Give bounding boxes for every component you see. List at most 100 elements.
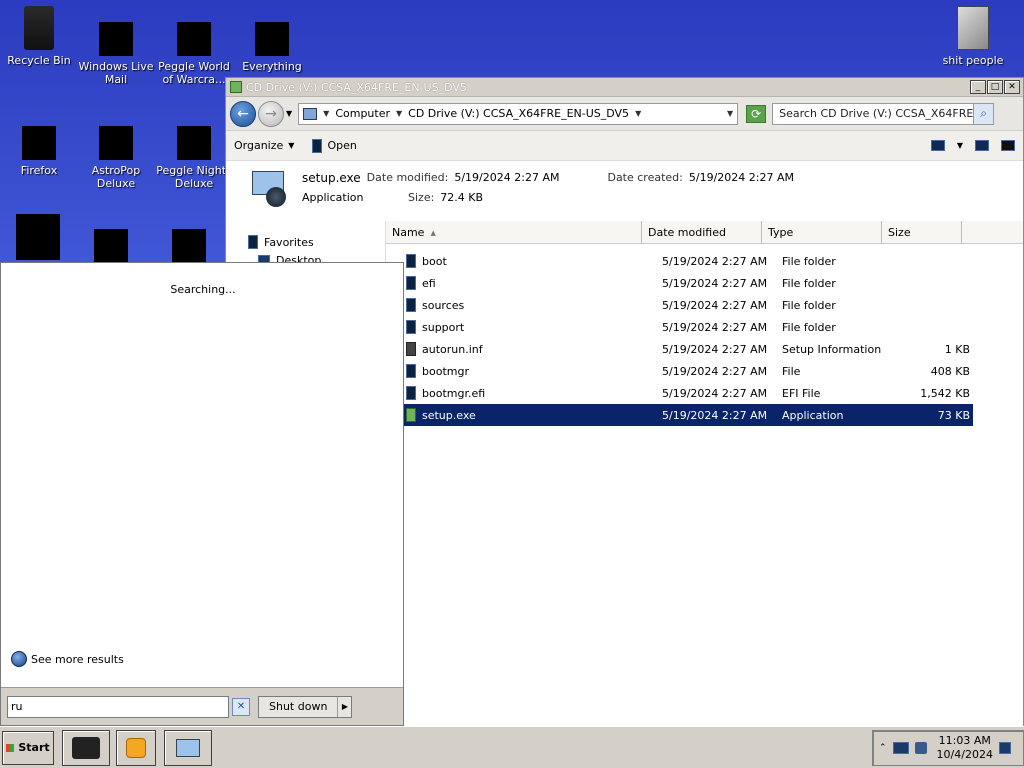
computer-icon — [303, 107, 318, 120]
breadcrumb-computer[interactable]: Computer — [335, 107, 390, 120]
table-row[interactable]: efi 5/19/2024 2:27 AM File folder — [402, 272, 973, 294]
desktop-icon-label: Windows Live Mail — [78, 60, 154, 86]
start-search-row: ✕ Shut down ▶ — [1, 687, 403, 725]
help-icon[interactable] — [1001, 140, 1015, 151]
minimize-button[interactable]: _ — [970, 80, 986, 94]
network-icon[interactable] — [892, 741, 909, 754]
column-header-date[interactable]: Date modified — [642, 221, 762, 244]
details-pane: setup.exe Date modified: 5/19/2024 2:27 … — [226, 161, 1023, 213]
media-player-icon — [126, 737, 146, 758]
desktop-icon-hidden-2[interactable] — [94, 229, 128, 262]
views-icon[interactable] — [930, 140, 945, 151]
column-header-type[interactable]: Type — [762, 221, 882, 244]
file-type: File folder — [782, 298, 836, 312]
start-button[interactable]: Start — [2, 730, 54, 765]
close-icon: ✕ — [236, 700, 246, 712]
desktop-icon-label: Recycle Bin — [7, 54, 71, 67]
title-bar[interactable]: CD Drive (V:) CCSA_X64FRE_EN-US_DV5 _ □ … — [226, 78, 1023, 97]
nav-item-favorites[interactable]: Favorites — [248, 233, 385, 251]
desktop-icon-recycle-bin[interactable]: Recycle Bin — [0, 6, 78, 67]
setup-icon — [176, 738, 200, 757]
start-menu[interactable]: Searching... See more results ✕ Shut dow… — [0, 262, 404, 726]
column-header-size[interactable]: Size — [882, 221, 962, 244]
show-desktop-icon[interactable] — [998, 741, 1011, 754]
windows-logo-icon — [6, 743, 15, 752]
column-header-name[interactable]: Name ▲ — [386, 221, 642, 244]
table-row-selected[interactable]: setup.exe 5/19/2024 2:27 AM Application … — [402, 404, 973, 426]
taskbar-button-printer[interactable] — [62, 729, 110, 766]
clock[interactable]: 11:03 AM 10/4/2024 — [937, 734, 993, 762]
breadcrumb-cd-drive[interactable]: CD Drive (V:) CCSA_X64FRE_EN-US_DV5 — [408, 107, 629, 120]
search-icon[interactable]: ⌕ — [973, 103, 994, 124]
window-title: CD Drive (V:) CCSA_X64FRE_EN-US_DV5 — [246, 80, 467, 94]
taskbar-button-media-player[interactable] — [116, 729, 156, 766]
details-size: 72.4 KB — [440, 190, 484, 204]
desktop-icon-everything[interactable]: Everything — [233, 8, 311, 73]
file-date: 5/19/2024 2:27 AM — [662, 254, 768, 268]
table-row[interactable]: support 5/19/2024 2:27 AM File folder — [402, 316, 973, 338]
desktop-icon-shit-people[interactable]: shit people — [934, 6, 1012, 67]
address-row: ← → ▼ ▼ Computer ▼ CD Drive (V:) CCSA_X6… — [226, 97, 1023, 131]
desktop-icon-peggle-wow[interactable]: Peggle World of Warcra... — [155, 8, 233, 86]
desktop-icon-firefox[interactable]: Firefox — [0, 112, 78, 177]
table-row[interactable]: bootmgr.efi 5/19/2024 2:27 AM EFI File 1… — [402, 382, 973, 404]
file-name: bootmgr — [422, 364, 469, 378]
file-list[interactable]: Name ▲ Date modified Type Size boot 5/19… — [386, 221, 1023, 727]
start-label: Start — [18, 741, 50, 754]
table-row[interactable]: bootmgr 5/19/2024 2:27 AM File 408 KB — [402, 360, 973, 382]
open-button[interactable]: Open — [312, 138, 357, 153]
file-icon — [406, 364, 416, 378]
system-tray: ⌃ 11:03 AM 10/4/2024 — [872, 729, 1024, 766]
organize-button[interactable]: Organize ▼ — [234, 139, 294, 152]
search-input[interactable]: Search CD Drive (V:) CCSA_X64FRE_E... ⌕ — [772, 102, 995, 125]
desktop-icon-hidden-1[interactable] — [16, 214, 60, 260]
clock-date: 10/4/2024 — [936, 747, 993, 761]
see-more-results-link[interactable]: See more results — [11, 651, 124, 667]
everything-icon — [255, 22, 289, 56]
file-size: 1 KB — [944, 342, 970, 356]
back-button[interactable]: ← — [230, 100, 256, 127]
chevron-down-icon[interactable]: ▼ — [635, 109, 641, 118]
details-date-modified: 5/19/2024 2:27 AM — [454, 170, 560, 184]
recycle-bin-icon — [24, 6, 54, 50]
address-bar[interactable]: ▼ Computer ▼ CD Drive (V:) CCSA_X64FRE_E… — [298, 102, 739, 125]
file-name: autorun.inf — [422, 342, 483, 356]
file-type: Application — [782, 408, 844, 422]
folder-icon — [406, 254, 416, 268]
recent-pages-chevron-icon[interactable]: ▼ — [286, 109, 292, 118]
table-row[interactable]: sources 5/19/2024 2:27 AM File folder — [402, 294, 973, 316]
desktop-icon-label: Everything — [242, 60, 302, 73]
preview-pane-icon[interactable] — [975, 140, 989, 151]
refresh-icon: ⟳ — [751, 106, 762, 121]
clear-search-button[interactable]: ✕ — [232, 697, 250, 716]
setup-exe-icon — [250, 167, 290, 207]
column-headers: Name ▲ Date modified Type Size — [386, 221, 1023, 244]
chevron-down-icon[interactable]: ▼ — [957, 141, 963, 150]
shutdown-button[interactable]: Shut down ▶ — [258, 695, 353, 718]
close-button[interactable]: ✕ — [1004, 80, 1020, 94]
maximize-button[interactable]: □ — [987, 80, 1003, 94]
details-date-created: 5/19/2024 2:27 AM — [688, 170, 794, 184]
file-size: 73 KB — [937, 408, 970, 422]
refresh-button[interactable]: ⟳ — [746, 104, 767, 123]
address-dropdown-icon[interactable]: ▼ — [727, 109, 733, 118]
desktop-icon-astropop[interactable]: AstroPop Deluxe — [77, 112, 155, 190]
volume-icon[interactable] — [914, 741, 927, 754]
globe-icon — [11, 651, 27, 667]
desktop-icon-hidden-3[interactable] — [172, 229, 206, 262]
desktop-icon-windows-live-mail[interactable]: Windows Live Mail — [77, 8, 155, 86]
taskbar-button-explorer[interactable] — [164, 729, 212, 766]
desktop-icon-peggle-nights[interactable]: Peggle Nights Deluxe — [155, 112, 233, 190]
table-row[interactable]: autorun.inf 5/19/2024 2:27 AM Setup Info… — [402, 338, 973, 360]
chevron-down-icon[interactable]: ▼ — [396, 109, 402, 118]
chevron-right-icon[interactable]: ▶ — [337, 696, 351, 717]
forward-button[interactable]: → — [258, 100, 284, 127]
chevron-up-icon[interactable]: ⌃ — [879, 743, 887, 753]
file-name: support — [422, 320, 465, 334]
mail-icon — [99, 22, 133, 56]
sort-ascending-icon: ▲ — [430, 228, 436, 237]
details-date-created-label: Date created: — [607, 170, 683, 184]
chevron-down-icon[interactable]: ▼ — [323, 109, 329, 118]
table-row[interactable]: boot 5/19/2024 2:27 AM File folder — [402, 250, 973, 272]
start-search-input[interactable] — [7, 695, 229, 718]
